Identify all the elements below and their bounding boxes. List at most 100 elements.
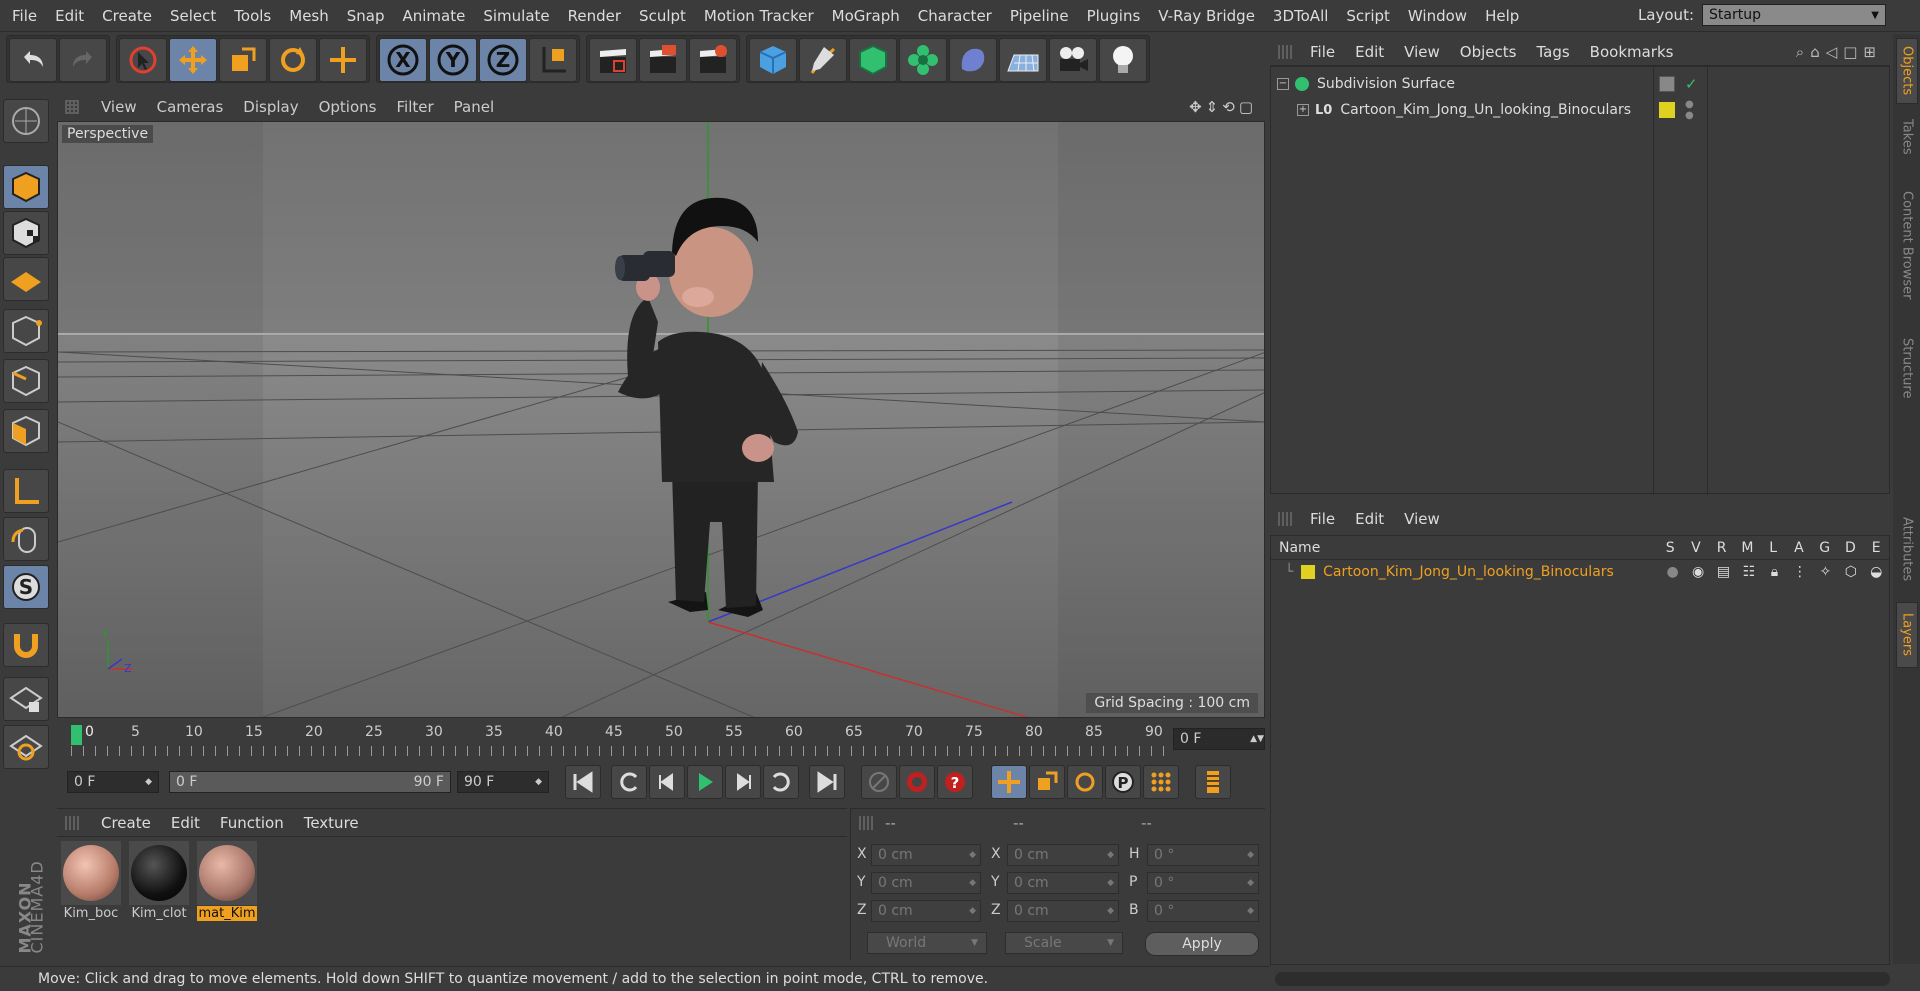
make-editable-button[interactable] [3,99,49,143]
render-view-button[interactable] [589,38,637,82]
menu-vray-bridge[interactable]: V-Ray Bridge [1149,7,1264,25]
visibility-dots-icon[interactable]: ● ● [1685,99,1694,121]
material-menu-function[interactable]: Function [210,814,294,832]
next-frame-button[interactable] [725,765,761,799]
viewport-camera-label[interactable]: Perspective [62,125,154,143]
motion-record-button[interactable] [861,765,897,799]
viewport-menu-cameras[interactable]: Cameras [147,98,234,116]
prev-key-button[interactable] [611,765,647,799]
menu-motion-tracker[interactable]: Motion Tracker [695,7,823,25]
menu-tools[interactable]: Tools [225,7,280,25]
scale-tool-button[interactable] [219,38,267,82]
deformer-button[interactable] [949,38,997,82]
layer-menu-view[interactable]: View [1394,510,1450,528]
polygons-mode-button[interactable] [3,409,49,453]
tab-objects[interactable]: Objects [1896,38,1918,104]
viewport-menu-panel[interactable]: Panel [444,98,504,116]
object-menu-view[interactable]: View [1394,43,1450,61]
menu-character[interactable]: Character [909,7,1001,25]
axis-mode-button[interactable] [3,469,49,513]
redo-button[interactable] [59,38,107,82]
next-key-button[interactable] [763,765,799,799]
object-menu-file[interactable]: File [1300,43,1345,61]
lock-workplane-button[interactable] [3,677,49,721]
recent-tool-button[interactable] [319,38,367,82]
eye-icon[interactable]: ◉ [1685,564,1710,580]
magnet-button[interactable] [3,623,49,667]
layer-col-deformers[interactable]: D [1838,540,1864,556]
layer-col-name[interactable]: Name [1279,540,1657,556]
menu-script[interactable]: Script [1337,7,1399,25]
lock-icon[interactable]: 🔒︎ [1762,564,1787,580]
search-icon[interactable]: ⌕⌂◁□⊞ [1796,43,1882,61]
spinner-icon[interactable]: ◆ [1247,878,1254,888]
material-item[interactable]: Kim_boc [61,841,121,925]
rotation-b-field[interactable]: 0 ° ◆ [1147,900,1259,922]
preview-range-slider[interactable]: 0 F 90 F [169,771,451,793]
live-select-button[interactable] [119,38,167,82]
object-menu-tags[interactable]: Tags [1526,43,1579,61]
layout-dropdown[interactable]: Startup ▼ [1702,4,1886,26]
layer-col-locked[interactable]: L [1760,540,1786,556]
cloner-button[interactable] [899,38,947,82]
viewport-menu-view[interactable]: View [91,98,147,116]
manager-icon[interactable]: ☷ [1736,564,1761,580]
camera-button[interactable] [1049,38,1097,82]
menu-mesh[interactable]: Mesh [280,7,338,25]
size-y-field[interactable]: 0 cm ◆ [1007,872,1119,894]
checkmark-icon[interactable]: ✓ [1685,75,1698,93]
menu-snap[interactable]: Snap [338,7,394,25]
spinner-icon[interactable]: ◆ [145,777,152,787]
edges-mode-button[interactable] [3,359,49,403]
menu-create[interactable]: Create [93,7,161,25]
layer-color-icon[interactable] [1659,102,1675,118]
render-clapper-icon[interactable]: ▤ [1711,564,1736,580]
coordinate-system-button[interactable] [529,38,577,82]
position-y-field[interactable]: 0 cm ◆ [871,872,981,894]
viewport-nav-icons[interactable]: ✥⇕⟲▢ [1189,98,1257,116]
undo-button[interactable] [9,38,57,82]
play-button[interactable] [687,765,723,799]
spinner-icon[interactable]: ◆ [1107,906,1114,916]
layer-col-animation[interactable]: A [1786,540,1812,556]
layer-col-expressions[interactable]: E [1863,540,1889,556]
layer-row[interactable]: └ Cartoon_Kim_Jong_Un_looking_Binoculars… [1271,560,1889,584]
size-z-field[interactable]: 0 cm ◆ [1007,900,1119,922]
object-menu-bookmarks[interactable]: Bookmarks [1580,43,1684,61]
menu-simulate[interactable]: Simulate [474,7,558,25]
tab-structure[interactable]: Structure [1896,328,1918,408]
object-menu-objects[interactable]: Objects [1450,43,1527,61]
viewport-menu-options[interactable]: Options [309,98,387,116]
subdivision-surface-button[interactable] [849,38,897,82]
x-axis-button[interactable]: X [379,38,427,82]
key-parameter-button[interactable]: P [1105,765,1141,799]
viewport-menu-filter[interactable]: Filter [386,98,443,116]
object-row[interactable]: − Subdivision Surface ✓ [1271,71,1889,97]
viewport-menu-display[interactable]: Display [233,98,308,116]
tab-attributes[interactable]: Attributes [1896,504,1918,594]
expression-icon[interactable]: ◒ [1864,564,1889,580]
end-frame-field[interactable]: 90 F ◆ [457,771,549,793]
pen-button[interactable] [799,38,847,82]
spinner-icon[interactable]: ◆ [969,850,976,860]
floor-button[interactable] [999,38,1047,82]
material-item[interactable]: Kim_clot [129,841,189,925]
layer-color-swatch[interactable] [1301,565,1316,579]
y-axis-button[interactable]: Y [429,38,477,82]
menu-3dtoall[interactable]: 3DToAll [1264,7,1337,25]
coordinate-mode-dropdown[interactable]: World ▼ [867,932,987,954]
goto-start-button[interactable] [565,765,601,799]
spinner-icon[interactable]: ◆ [1247,906,1254,916]
key-point-level-button[interactable] [1143,765,1179,799]
layer-col-solo[interactable]: S [1657,540,1683,556]
planar-workplane-button[interactable] [3,725,49,769]
menu-plugins[interactable]: Plugins [1078,7,1150,25]
horizontal-scrollbar[interactable] [1275,972,1890,986]
light-button[interactable] [1099,38,1147,82]
solo-icon[interactable]: ● [1660,564,1685,580]
object-menu-edit[interactable]: Edit [1345,43,1394,61]
menu-sculpt[interactable]: Sculpt [630,7,695,25]
spinner-icon[interactable]: ▲▼ [1250,734,1264,744]
animation-icon[interactable]: ⋮ [1787,564,1812,580]
move-tool-button[interactable] [169,38,217,82]
